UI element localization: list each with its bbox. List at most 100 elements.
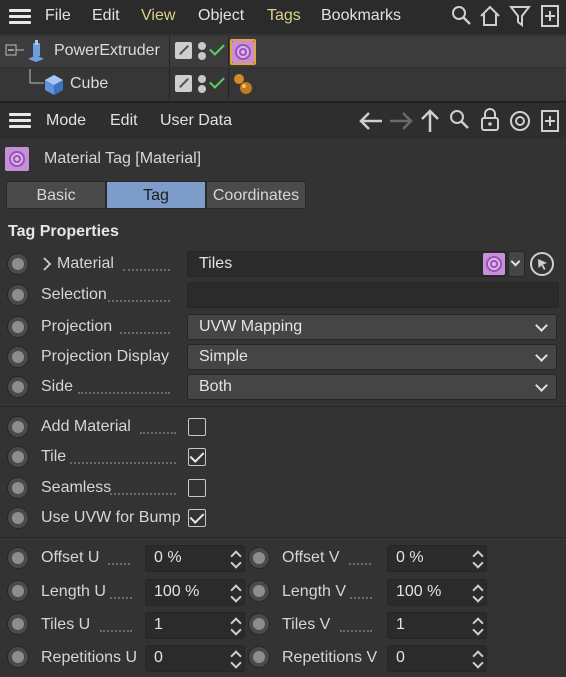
- label-dots: [349, 563, 371, 565]
- visibility-dots-icon[interactable]: [198, 40, 208, 62]
- animate-radio-icon[interactable]: [7, 547, 29, 569]
- animate-radio-icon[interactable]: [7, 416, 29, 438]
- tab-coordinates[interactable]: Coordinates: [206, 181, 306, 209]
- chevron-down-icon: [535, 349, 548, 362]
- forward-arrow-icon[interactable]: [387, 109, 415, 133]
- animate-radio-icon[interactable]: [7, 580, 29, 602]
- use-uvw-for-bump-label: Use UVW for Bump: [41, 509, 181, 526]
- decrement-arrow-icon[interactable]: [230, 657, 242, 669]
- length-v-label: Length V: [282, 583, 347, 600]
- pick-cursor-icon[interactable]: [529, 251, 555, 277]
- tab-tag[interactable]: Tag: [106, 181, 206, 209]
- animate-radio-icon[interactable]: [7, 376, 29, 398]
- animate-radio-icon[interactable]: [7, 613, 29, 635]
- animate-radio-icon[interactable]: [7, 316, 29, 338]
- repetitions-v-label: Repetitions V: [282, 649, 378, 666]
- decrement-arrow-icon[interactable]: [472, 557, 484, 569]
- animate-radio-icon[interactable]: [7, 646, 29, 668]
- extruder-icon: [28, 40, 44, 62]
- menu-bookmarks[interactable]: Bookmarks: [321, 7, 401, 25]
- tiles-u-label: Tiles U: [41, 616, 91, 633]
- tiles-v-input[interactable]: 1: [387, 612, 487, 639]
- material-dropdown-button[interactable]: [508, 251, 525, 277]
- material-link-field[interactable]: Tiles: [187, 251, 507, 277]
- decrement-arrow-icon[interactable]: [230, 591, 242, 603]
- length-u-input[interactable]: 100 %: [145, 579, 245, 606]
- animate-radio-icon[interactable]: [7, 446, 29, 468]
- animate-radio-icon[interactable]: [7, 284, 29, 306]
- tile-checkbox[interactable]: [188, 448, 206, 466]
- animate-radio-icon[interactable]: [7, 346, 29, 368]
- section-divider: [0, 406, 566, 407]
- object-name: Cube: [70, 75, 109, 92]
- menu-view[interactable]: View: [141, 7, 175, 25]
- animate-radio-icon[interactable]: [248, 646, 270, 668]
- visibility-dots-icon[interactable]: [198, 73, 208, 95]
- seamless-checkbox[interactable]: [188, 479, 206, 497]
- offset-v-input[interactable]: 0 %: [387, 545, 487, 572]
- target-icon[interactable]: [508, 109, 532, 133]
- repetitions-u-input[interactable]: 0: [145, 645, 245, 672]
- tree-collapse-icon[interactable]: [5, 40, 25, 60]
- material-thumbnail-icon: [483, 253, 505, 275]
- material-tag-selected[interactable]: [230, 39, 256, 65]
- search-icon[interactable]: [449, 109, 471, 131]
- menu-tags[interactable]: Tags: [267, 7, 301, 25]
- label-dots: [120, 332, 170, 334]
- decrement-arrow-icon[interactable]: [230, 557, 242, 569]
- label-dots: [123, 269, 170, 271]
- projection-display-dropdown[interactable]: Simple: [187, 344, 557, 370]
- phong-tag-icon[interactable]: [232, 72, 254, 96]
- offset-u-input[interactable]: 0 %: [145, 545, 245, 572]
- search-icon[interactable]: [451, 5, 473, 27]
- filter-icon[interactable]: [509, 4, 531, 28]
- label-dots: [100, 630, 132, 632]
- up-arrow-icon[interactable]: [418, 108, 442, 134]
- expand-chevron-icon[interactable]: [41, 256, 53, 272]
- back-arrow-icon[interactable]: [357, 109, 385, 133]
- seamless-label: Seamless: [41, 479, 112, 496]
- edit-visibility-icon[interactable]: [175, 75, 192, 92]
- animate-radio-icon[interactable]: [248, 580, 270, 602]
- animate-radio-icon[interactable]: [248, 613, 270, 635]
- animate-radio-icon[interactable]: [7, 477, 29, 499]
- hamburger-menu-icon[interactable]: [9, 113, 31, 129]
- side-dropdown[interactable]: Both: [187, 374, 557, 400]
- tab-basic[interactable]: Basic: [6, 181, 106, 209]
- hamburger-menu-icon[interactable]: [9, 9, 31, 25]
- decrement-arrow-icon[interactable]: [472, 657, 484, 669]
- chevron-down-icon: [535, 379, 548, 392]
- enabled-check-icon[interactable]: [209, 40, 225, 56]
- projection-label: Projection: [41, 318, 113, 335]
- tiles-u-input[interactable]: 1: [145, 612, 245, 639]
- decrement-arrow-icon[interactable]: [230, 624, 242, 636]
- object-row-powerextruder[interactable]: PowerExtruder: [0, 36, 566, 67]
- menu-file[interactable]: File: [45, 7, 71, 25]
- new-panel-icon[interactable]: [540, 109, 560, 133]
- length-u-label: Length U: [41, 583, 106, 600]
- add-material-checkbox[interactable]: [188, 418, 206, 436]
- animate-radio-icon[interactable]: [7, 253, 29, 275]
- length-v-input[interactable]: 100 %: [387, 579, 487, 606]
- repetitions-v-input[interactable]: 0: [387, 645, 487, 672]
- decrement-arrow-icon[interactable]: [472, 591, 484, 603]
- label-dots: [340, 630, 372, 632]
- object-manager: PowerExtruder Cube: [0, 34, 566, 100]
- selection-field[interactable]: [187, 282, 559, 308]
- am-menu-user-data[interactable]: User Data: [160, 112, 232, 130]
- home-icon[interactable]: [478, 4, 502, 28]
- am-menu-edit[interactable]: Edit: [110, 112, 138, 130]
- new-panel-icon[interactable]: [540, 4, 560, 28]
- object-row-cube[interactable]: Cube: [0, 69, 566, 100]
- animate-radio-icon[interactable]: [7, 507, 29, 529]
- animate-radio-icon[interactable]: [248, 547, 270, 569]
- menu-object[interactable]: Object: [198, 7, 244, 25]
- am-menu-mode[interactable]: Mode: [46, 112, 86, 130]
- menu-edit[interactable]: Edit: [92, 7, 120, 25]
- projection-dropdown[interactable]: UVW Mapping: [187, 314, 557, 340]
- decrement-arrow-icon[interactable]: [472, 624, 484, 636]
- enabled-check-icon[interactable]: [209, 73, 225, 89]
- lock-icon[interactable]: [479, 108, 501, 132]
- use-uvw-for-bump-checkbox[interactable]: [188, 509, 206, 527]
- edit-visibility-icon[interactable]: [175, 42, 192, 59]
